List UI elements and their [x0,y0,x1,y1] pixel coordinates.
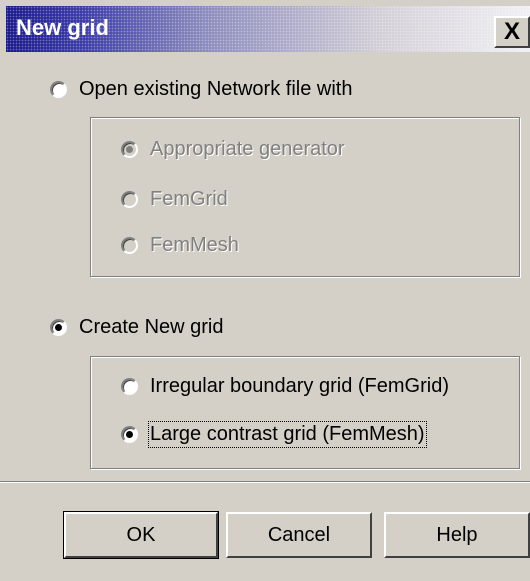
help-button[interactable]: Help [384,512,530,558]
window-title: New grid [16,15,109,40]
radio-femgrid-label: FemGrid [150,188,228,210]
radio-create-new-label: Create New grid [79,316,224,338]
separator [0,481,530,483]
close-icon: X [503,18,520,45]
radio-large-contrast-label: Large contrast grid (FemMesh) [148,421,427,448]
radio-create-new[interactable]: Create New grid [50,316,224,339]
radio-appropriate-generator-label: Appropriate generator [150,138,345,160]
radio-open-existing[interactable]: Open existing Network file with [50,78,352,101]
radio-button-icon [121,141,138,158]
radio-femmesh-label: FemMesh [150,234,239,256]
new-grid-type-group: Irregular boundary grid (FemGrid) Large … [90,356,520,469]
radio-irregular-boundary-label: Irregular boundary grid (FemGrid) [150,375,449,397]
new-grid-dialog: New grid X Open existing Network file wi… [0,0,530,581]
radio-button-icon [50,319,67,336]
radio-irregular-boundary[interactable]: Irregular boundary grid (FemGrid) [121,375,449,398]
close-button[interactable]: X [494,16,530,48]
radio-button-icon [50,81,67,98]
radio-button-icon [121,426,138,443]
radio-button-icon [121,378,138,395]
radio-button-icon [121,191,138,208]
cancel-button[interactable]: Cancel [226,512,372,558]
radio-large-contrast[interactable]: Large contrast grid (FemMesh) [121,421,427,448]
radio-femmesh[interactable]: FemMesh [121,234,239,257]
radio-button-icon [121,237,138,254]
ok-button[interactable]: OK [63,511,219,559]
title-bar[interactable]: New grid [6,6,530,52]
radio-femgrid[interactable]: FemGrid [121,188,228,211]
radio-appropriate-generator[interactable]: Appropriate generator [121,138,345,161]
radio-open-existing-label: Open existing Network file with [79,78,353,100]
generator-group: Appropriate generator FemGrid FemMesh [90,117,520,277]
